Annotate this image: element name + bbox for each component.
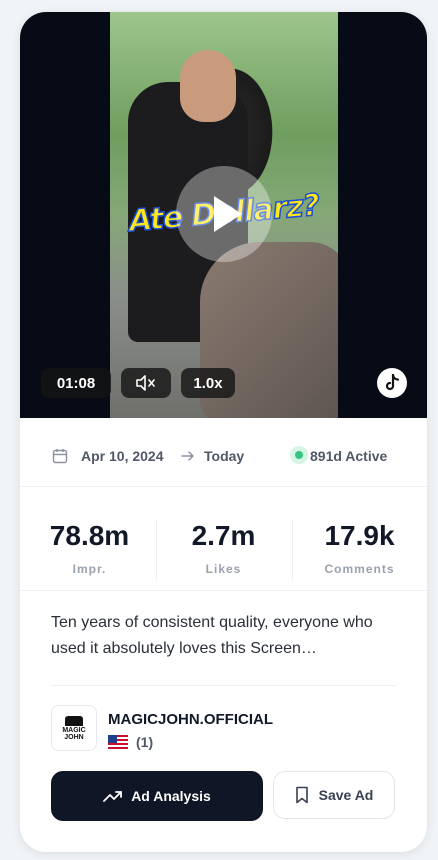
stat-impressions-label: Impr. [72,562,107,576]
stats-row: 78.8m Impr. 2.7m Likes 17.9k Comments [20,500,427,590]
stat-likes-label: Likes [205,562,242,576]
ad-description: Ten years of consistent quality, everyon… [51,614,373,657]
divider [51,685,396,686]
end-date: Today [204,448,245,464]
play-icon [214,196,242,232]
save-ad-label: Save Ad [318,787,374,803]
divider [20,486,427,487]
bookmark-icon [295,786,308,804]
stat-comments-value: 17.9k [324,520,395,551]
playback-speed-button[interactable]: 1.0x [181,368,235,398]
stat-likes: 2.7m Likes [156,500,291,576]
video-player[interactable]: Ate Dollarz? 01:08 1.0x [20,12,427,418]
ad-card: Ate Dollarz? 01:08 1.0x Apr 10, 2024 Tod… [20,12,427,852]
tiktok-icon [377,368,407,398]
trending-up-icon [103,791,123,802]
advertiser-row[interactable]: MAGIC JOHN MAGICJOHN.OFFICIAL (1) [51,705,411,753]
stat-comments: 17.9k Comments [292,500,427,576]
play-button[interactable] [176,166,272,262]
stat-impressions: 78.8m Impr. [22,500,157,576]
advertiser-logo: MAGIC JOHN [51,705,97,751]
stat-impressions-value: 78.8m [49,520,130,551]
arrow-right-icon [181,451,194,461]
divider [20,590,427,591]
calendar-icon [52,449,68,464]
logo-text-line1: MAGIC [62,726,86,734]
logo-text-line2: JOHN [64,733,84,741]
stat-comments-label: Comments [324,562,395,576]
ad-analysis-button[interactable]: Ad Analysis [51,771,263,821]
speaker-mute-icon [136,375,155,391]
top-hat-icon [65,715,83,726]
ad-analysis-label: Ad Analysis [131,788,211,804]
save-ad-button[interactable]: Save Ad [273,771,395,819]
us-flag-icon [108,735,128,749]
active-status-dot [290,446,308,464]
start-date: Apr 10, 2024 [81,448,164,464]
advertiser-ad-count: (1) [136,734,154,750]
active-duration: 891d Active [310,448,388,464]
video-head-shape [180,50,236,122]
video-duration: 01:08 [41,368,111,398]
date-range-row: Apr 10, 2024 Today 891d Active [20,434,427,484]
mute-button[interactable] [121,368,171,398]
advertiser-name[interactable]: MAGICJOHN.OFFICIAL [108,711,273,728]
stat-likes-value: 2.7m [191,520,256,551]
